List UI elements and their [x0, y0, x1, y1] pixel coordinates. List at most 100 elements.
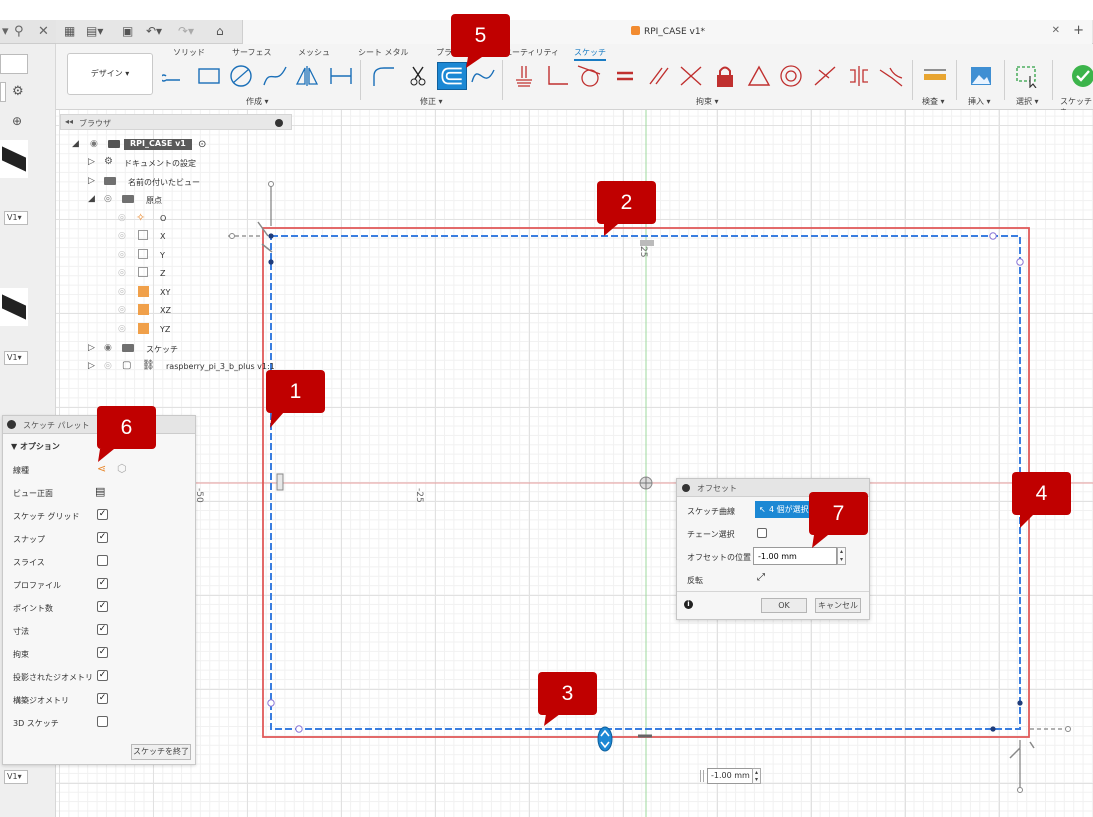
- construction-line-icon[interactable]: ⋖: [97, 462, 106, 475]
- mirror-tool-icon[interactable]: [294, 64, 320, 88]
- visibility-eye-icon[interactable]: ◉: [90, 139, 98, 149]
- trim-scissors-icon[interactable]: [406, 64, 432, 88]
- projected-geometry-checkbox[interactable]: ✓: [97, 670, 108, 681]
- constraints-checkbox[interactable]: ✓: [97, 647, 108, 658]
- perpendicular-constraint-icon[interactable]: [544, 64, 570, 88]
- visibility-eye-icon[interactable]: ◎: [118, 213, 126, 223]
- line-tool-icon[interactable]: [160, 64, 188, 88]
- expand-triangle-icon[interactable]: ◢: [88, 194, 95, 204]
- symmetry-constraint-icon[interactable]: [846, 64, 872, 88]
- fillet-tool-icon[interactable]: [370, 64, 396, 88]
- window-select-icon[interactable]: [1014, 64, 1040, 89]
- collapse-icon[interactable]: [682, 484, 690, 492]
- save-icon[interactable]: ▣: [122, 24, 133, 38]
- gear-icon[interactable]: ⚙: [12, 84, 24, 99]
- redo-icon[interactable]: ↷▾: [178, 24, 194, 38]
- version-dropdown[interactable]: V1▾: [4, 351, 28, 365]
- profile-checkbox[interactable]: ✓: [97, 578, 108, 589]
- construction-geometry-checkbox[interactable]: ✓: [97, 693, 108, 704]
- activate-radio-icon[interactable]: ⊙: [198, 139, 206, 150]
- document-tab[interactable]: RPI_CASE v1* ✕ +: [242, 20, 1092, 44]
- inspect-group-label[interactable]: 検査 ▾: [922, 96, 945, 107]
- ok-button[interactable]: OK: [761, 598, 807, 613]
- insert-image-icon[interactable]: [968, 64, 994, 88]
- chain-select-checkbox[interactable]: [757, 528, 767, 538]
- globe-icon[interactable]: ⊕: [12, 114, 22, 128]
- tangent-constraint-icon[interactable]: [576, 64, 602, 88]
- concentric-constraint-icon[interactable]: [778, 64, 804, 88]
- board-thumbnail[interactable]: [0, 288, 28, 326]
- circle-tool-icon[interactable]: [228, 64, 254, 88]
- curvature-constraint-icon[interactable]: [878, 64, 904, 88]
- cancel-button[interactable]: キャンセル: [815, 598, 861, 613]
- library-field[interactable]: [0, 54, 28, 74]
- tab-surface[interactable]: サーフェス: [232, 47, 272, 58]
- board-thumbnail[interactable]: [0, 140, 28, 178]
- spline-tool-icon[interactable]: [262, 64, 288, 88]
- visibility-eye-icon[interactable]: ◎: [118, 324, 126, 334]
- new-tab-icon[interactable]: +: [1073, 23, 1084, 38]
- flip-arrow-icon[interactable]: ⤢: [757, 572, 765, 583]
- version-dropdown[interactable]: V1▾: [4, 770, 28, 784]
- tab-utility[interactable]: ユーティリティ: [504, 47, 559, 58]
- expand-triangle-icon[interactable]: ▷: [88, 157, 95, 167]
- offset-stepper[interactable]: ▴ ▾: [837, 547, 846, 565]
- modify-group-label[interactable]: 修正 ▾: [420, 96, 443, 107]
- visibility-eye-icon[interactable]: ◎: [118, 268, 126, 278]
- tab-solid[interactable]: ソリッド: [173, 47, 205, 58]
- collapse-icon[interactable]: ◂◂: [65, 117, 73, 126]
- offset-position-input[interactable]: [753, 547, 837, 565]
- sketch-grid-checkbox[interactable]: ✓: [97, 509, 108, 520]
- create-group-label[interactable]: 作成 ▾: [246, 96, 269, 107]
- workspace-design-button[interactable]: デザイン ▾: [67, 53, 153, 95]
- visibility-eye-icon[interactable]: ◎: [118, 305, 126, 315]
- select-group-label[interactable]: 選択 ▾: [1016, 96, 1039, 107]
- midpoint-constraint-icon[interactable]: [812, 64, 838, 88]
- 3d-sketch-checkbox[interactable]: [97, 716, 108, 727]
- rectangle-tool-icon[interactable]: [196, 64, 222, 88]
- grid-menu-icon[interactable]: ▦: [64, 24, 75, 38]
- info-icon[interactable]: i: [684, 600, 693, 609]
- parallel-constraint-icon[interactable]: [646, 64, 672, 88]
- curve-tool-icon[interactable]: [470, 64, 496, 88]
- finish-sketch-check-icon[interactable]: [1070, 64, 1093, 88]
- measure-icon[interactable]: [922, 64, 948, 88]
- visibility-eye-icon[interactable]: ◎: [118, 250, 126, 260]
- tab-sheet-metal[interactable]: シート メタル: [358, 47, 409, 58]
- browser-header[interactable]: ◂◂ ブラウザ: [60, 114, 292, 130]
- look-at-icon[interactable]: ▤: [95, 485, 105, 498]
- expand-triangle-icon[interactable]: ▷: [88, 361, 95, 371]
- tab-sketch[interactable]: スケッチ: [574, 47, 606, 61]
- finish-sketch-button[interactable]: スケッチを終了: [131, 744, 191, 760]
- lock-constraint-icon[interactable]: [712, 64, 738, 88]
- browser-root-row[interactable]: ◢ ◉ RPI_CASE v1 ⊙: [60, 136, 292, 154]
- search-icon[interactable]: ⚲: [14, 24, 24, 39]
- visibility-eye-icon[interactable]: ◎: [104, 194, 112, 204]
- visibility-eye-icon[interactable]: ◎: [118, 231, 126, 241]
- dimensions-checkbox[interactable]: ✓: [97, 624, 108, 635]
- floating-offset-stepper[interactable]: ▴ ▾: [752, 768, 761, 784]
- file-icon[interactable]: ▤▾: [86, 24, 103, 38]
- collapse-icon[interactable]: [7, 420, 16, 429]
- offset-tool-icon[interactable]: [437, 62, 467, 90]
- points-checkbox[interactable]: ✓: [97, 601, 108, 612]
- home-icon[interactable]: ⌂: [216, 24, 224, 38]
- dimension-tool-icon[interactable]: [328, 64, 354, 88]
- close-icon[interactable]: ✕: [38, 24, 49, 39]
- slice-checkbox[interactable]: [97, 555, 108, 566]
- visibility-eye-icon[interactable]: ◎: [104, 361, 112, 371]
- constraints-group-label[interactable]: 拘束 ▾: [696, 96, 719, 107]
- pin-icon[interactable]: [275, 119, 283, 127]
- equal-constraint-icon[interactable]: [612, 64, 638, 88]
- visibility-eye-icon[interactable]: ◎: [118, 287, 126, 297]
- centerline-icon[interactable]: ⬡: [117, 462, 127, 475]
- undo-icon[interactable]: ↶▾: [146, 24, 162, 38]
- expand-triangle-icon[interactable]: ◢: [72, 139, 79, 149]
- triangle-constraint-icon[interactable]: [746, 64, 772, 88]
- expand-triangle-icon[interactable]: ▷: [88, 343, 95, 353]
- fix-constraint-icon[interactable]: [512, 64, 538, 88]
- insert-group-label[interactable]: 挿入 ▾: [968, 96, 991, 107]
- expand-triangle-icon[interactable]: ▷: [88, 176, 95, 186]
- visibility-eye-icon[interactable]: ◉: [104, 343, 112, 353]
- drag-handle-icon[interactable]: [700, 770, 704, 782]
